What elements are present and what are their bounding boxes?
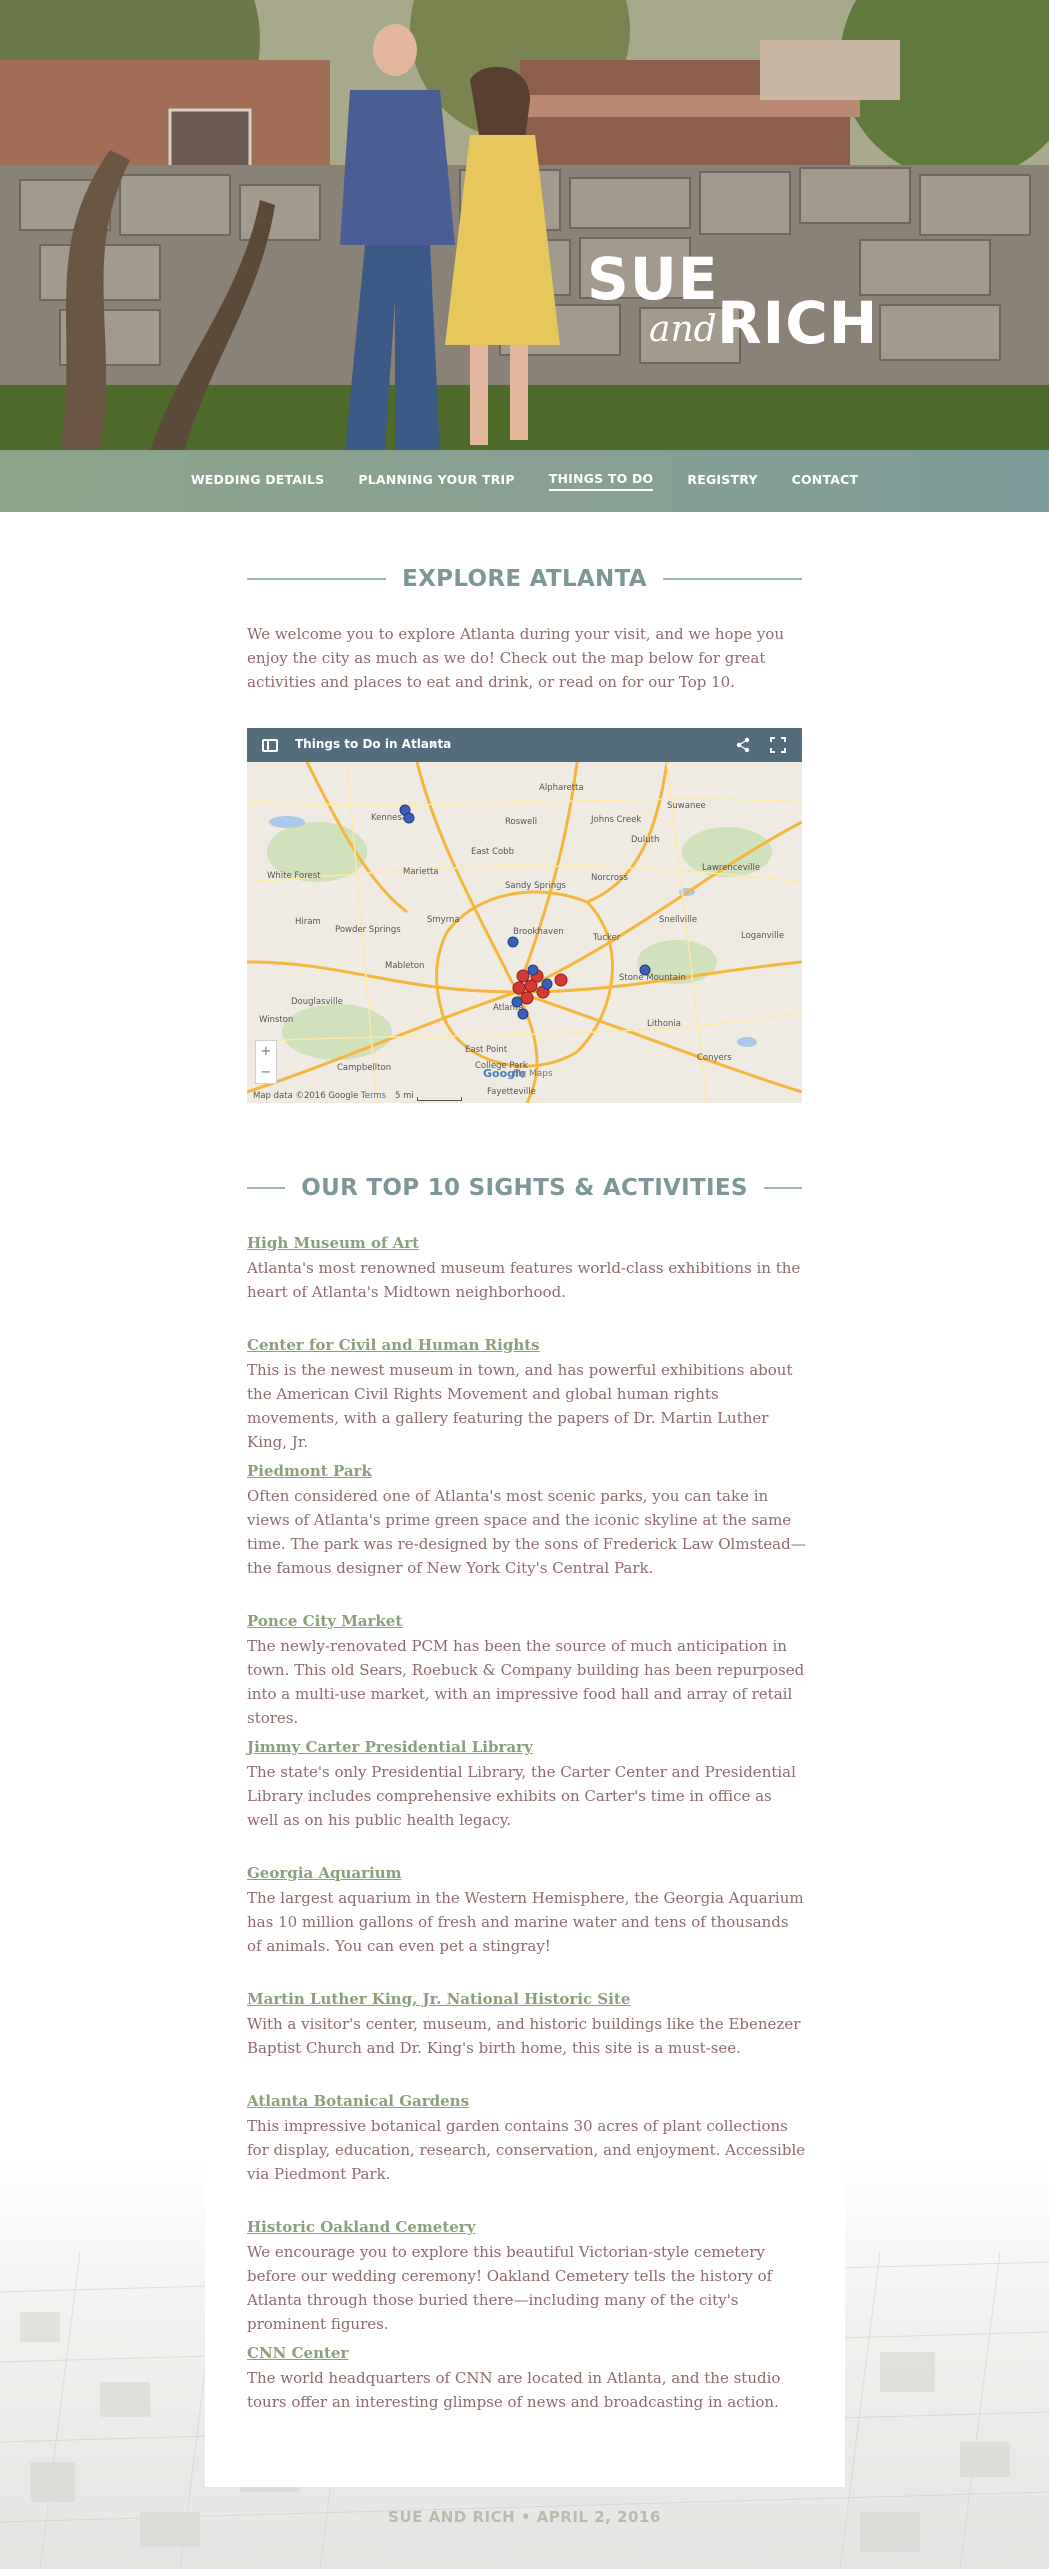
map-legend-icon[interactable] bbox=[262, 739, 278, 752]
activity-item: Center for Civil and Human Rights This i… bbox=[247, 1336, 807, 1454]
map-credit: Map data ©2016 Google bbox=[253, 1091, 359, 1101]
map-label: Douglasville bbox=[291, 997, 343, 1007]
activity-item: Historic Oakland Cemetery We encourage y… bbox=[247, 2218, 807, 2336]
map-label: Snellville bbox=[659, 915, 697, 925]
map-label: Johns Creek bbox=[590, 815, 641, 825]
map-header-bar: Things to Do in Atlanta bbox=[247, 728, 802, 762]
nav-registry[interactable]: REGISTRY bbox=[687, 472, 757, 490]
activity-description: The state's only Presidential Library, t… bbox=[247, 1763, 796, 1829]
activity-description: Atlanta's most renowned museum features … bbox=[247, 1259, 801, 1301]
explore-heading: EXPLORE ATLANTA bbox=[247, 566, 803, 592]
activity-item: Ponce City Market The newly-renovated PC… bbox=[247, 1612, 807, 1730]
map-label: Lawrenceville bbox=[702, 863, 760, 873]
activity-link[interactable]: Georgia Aquarium bbox=[247, 1864, 807, 1882]
logo-sue: SUE bbox=[587, 245, 719, 313]
activity-link[interactable]: Jimmy Carter Presidential Library bbox=[247, 1738, 807, 1756]
heading-rule-left bbox=[247, 578, 387, 580]
map-label: Smyrna bbox=[427, 915, 460, 925]
map-label: East Cobb bbox=[471, 847, 514, 857]
site-footer: SUE AND RICH • APRIL 2, 2016 bbox=[388, 2508, 661, 2526]
map-scale-bar bbox=[417, 1097, 462, 1101]
map-label: Stone Mountain bbox=[619, 973, 686, 983]
logo-and: and bbox=[649, 309, 717, 350]
map-title[interactable]: Things to Do in Atlanta bbox=[295, 737, 451, 751]
activity-item: High Museum of Art Atlanta's most renown… bbox=[247, 1234, 807, 1304]
map-terms-link[interactable]: Terms bbox=[361, 1091, 386, 1101]
activity-item: Piedmont Park Often considered one of At… bbox=[247, 1462, 807, 1580]
activity-description: The world headquarters of CNN are locate… bbox=[247, 2369, 781, 2411]
main-content: EXPLORE ATLANTA We welcome you to explor… bbox=[0, 512, 1049, 2569]
map-label: Duluth bbox=[631, 835, 659, 845]
map-zoom-control: + − bbox=[255, 1040, 277, 1084]
my-maps-label: My Maps bbox=[513, 1069, 553, 1079]
hero-banner: SUE and RICH bbox=[0, 0, 1049, 450]
nav-contact[interactable]: CONTACT bbox=[792, 472, 859, 490]
heading-rule-right bbox=[662, 578, 803, 580]
map-label: White Forest bbox=[267, 871, 321, 881]
activity-item: Georgia Aquarium The largest aquarium in… bbox=[247, 1864, 807, 1958]
nav-wedding-details[interactable]: WEDDING DETAILS bbox=[191, 472, 325, 490]
map-scale-label: 5 mi bbox=[395, 1091, 414, 1101]
activity-item: Jimmy Carter Presidential Library The st… bbox=[247, 1738, 807, 1832]
site-logo[interactable]: SUE and RICH bbox=[587, 245, 877, 360]
map-label: Loganville bbox=[741, 931, 784, 941]
map-label: East Point bbox=[465, 1045, 508, 1055]
activity-link[interactable]: Center for Civil and Human Rights bbox=[247, 1336, 807, 1354]
activity-description: With a visitor's center, museum, and his… bbox=[247, 2015, 801, 2057]
nav-planning-your-trip[interactable]: PLANNING YOUR TRIP bbox=[358, 472, 514, 490]
activity-description: This is the newest museum in town, and h… bbox=[247, 1361, 793, 1451]
map-label: Marietta bbox=[403, 867, 439, 877]
explore-intro: We welcome you to explore Atlanta during… bbox=[247, 625, 784, 691]
map-label: Winston bbox=[259, 1015, 293, 1025]
top10-heading: OUR TOP 10 SIGHTS & ACTIVITIES bbox=[247, 1175, 803, 1201]
heading-rule-left bbox=[247, 1187, 286, 1189]
zoom-out-button[interactable]: − bbox=[256, 1062, 276, 1083]
map-label: Campbellton bbox=[337, 1063, 391, 1073]
activity-item: Atlanta Botanical Gardens This impressiv… bbox=[247, 2092, 807, 2186]
activity-description: We encourage you to explore this beautif… bbox=[247, 2243, 773, 2333]
map-footer: Map data ©2016 Google Terms 5 mi bbox=[247, 1088, 802, 1103]
hero-photo bbox=[0, 0, 1049, 450]
explore-title: EXPLORE ATLANTA bbox=[402, 566, 647, 592]
activity-item: CNN Center The world headquarters of CNN… bbox=[247, 2344, 807, 2414]
activity-link[interactable]: Historic Oakland Cemetery bbox=[247, 2218, 807, 2236]
share-icon[interactable] bbox=[735, 737, 751, 753]
activity-link[interactable]: Ponce City Market bbox=[247, 1612, 807, 1630]
activity-description: This impressive botanical garden contain… bbox=[247, 2117, 806, 2183]
map-label: Roswell bbox=[505, 817, 537, 827]
activity-link[interactable]: Martin Luther King, Jr. National Histori… bbox=[247, 1990, 807, 2008]
activity-description: The largest aquarium in the Western Hemi… bbox=[247, 1889, 804, 1955]
map-label: Powder Springs bbox=[335, 925, 401, 935]
nav-things-to-do[interactable]: THINGS TO DO bbox=[548, 471, 654, 491]
map-label: Lithonia bbox=[647, 1019, 681, 1029]
heading-rule-right bbox=[763, 1187, 803, 1189]
activity-link[interactable]: High Museum of Art bbox=[247, 1234, 807, 1252]
embedded-map[interactable]: Things to Do in Atlanta Alpharetta Johns… bbox=[247, 728, 802, 1103]
map-label: Sandy Springs bbox=[505, 881, 567, 891]
map-label: Brookhaven bbox=[513, 927, 564, 937]
map-canvas[interactable]: Alpharetta Johns Creek Roswell Suwanee K… bbox=[247, 762, 802, 1103]
logo-rich: RICH bbox=[717, 289, 879, 357]
activity-link[interactable]: Atlanta Botanical Gardens bbox=[247, 2092, 807, 2110]
zoom-in-button[interactable]: + bbox=[256, 1041, 276, 1062]
activity-description: The newly-renovated PCM has been the sou… bbox=[247, 1637, 805, 1727]
activity-description: Often considered one of Atlanta's most s… bbox=[247, 1487, 806, 1577]
top10-title: OUR TOP 10 SIGHTS & ACTIVITIES bbox=[301, 1175, 748, 1201]
map-label: Norcross bbox=[591, 873, 628, 883]
activity-item: Martin Luther King, Jr. National Histori… bbox=[247, 1990, 807, 2060]
fullscreen-icon[interactable] bbox=[770, 737, 786, 753]
map-label: Tucker bbox=[592, 933, 621, 943]
map-label: Conyers bbox=[697, 1053, 732, 1063]
activity-link[interactable]: Piedmont Park bbox=[247, 1462, 807, 1480]
main-nav: WEDDING DETAILS PLANNING YOUR TRIP THING… bbox=[0, 450, 1049, 512]
map-label: Mableton bbox=[385, 961, 424, 971]
map-label: Hiram bbox=[295, 917, 321, 927]
activity-link[interactable]: CNN Center bbox=[247, 2344, 807, 2362]
map-label: Alpharetta bbox=[539, 783, 584, 793]
map-label: Suwanee bbox=[667, 801, 706, 811]
map-info-icon[interactable] bbox=[431, 743, 435, 747]
